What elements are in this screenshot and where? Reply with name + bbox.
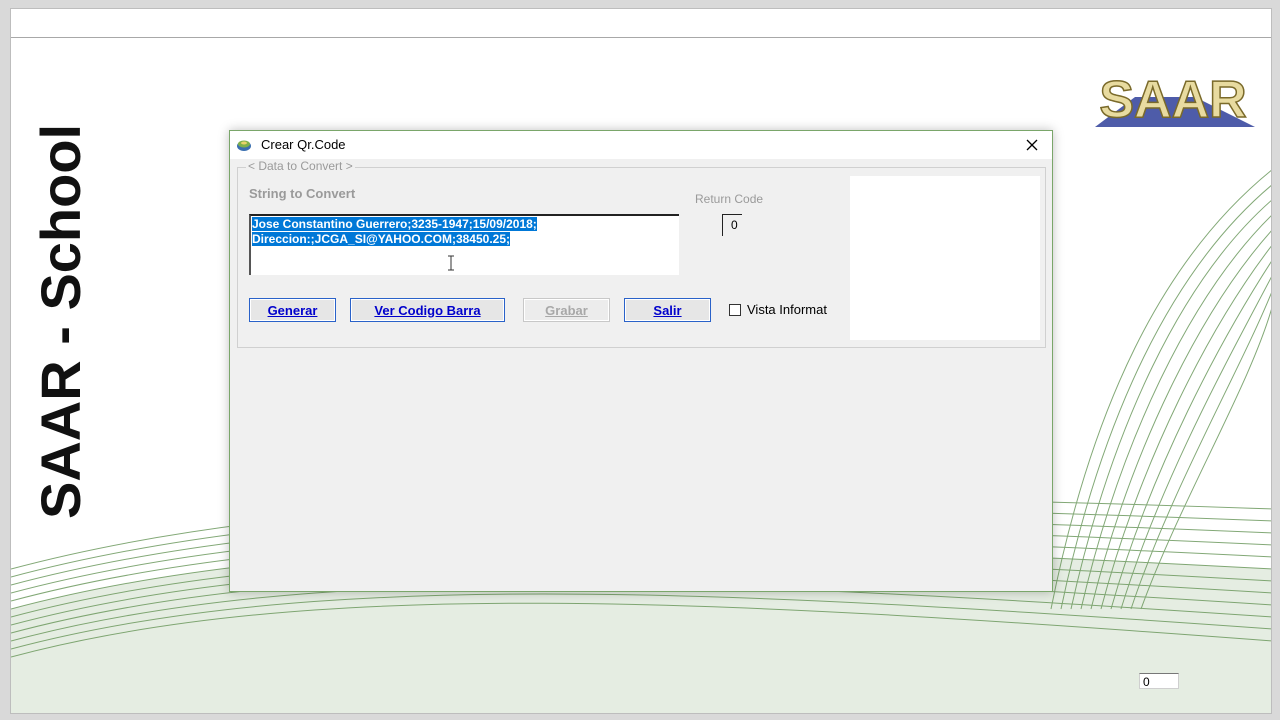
close-button[interactable] (1012, 131, 1052, 159)
group-label: < Data to Convert > (246, 159, 355, 173)
dialog-titlebar[interactable]: Crear Qr.Code (230, 131, 1052, 159)
grabar-button[interactable]: Grabar (523, 298, 610, 322)
svg-text:SAAR: SAAR (1099, 71, 1246, 129)
qr-code-preview (850, 176, 1040, 340)
ver-codigo-barra-button[interactable]: Ver Codigo Barra (350, 298, 505, 322)
return-code-field: 0 (722, 214, 742, 236)
crear-qr-dialog: Crear Qr.Code < Data to Convert > String… (229, 130, 1053, 592)
text-cursor-icon (448, 255, 454, 271)
data-to-convert-group: < Data to Convert > String to Convert Jo… (237, 159, 1046, 348)
generar-button[interactable]: Generar (249, 298, 336, 322)
corner-value-field[interactable]: 0 (1139, 673, 1179, 689)
dialog-title: Crear Qr.Code (261, 137, 346, 152)
string-line-2: Direccion:;JCGA_SI@YAHOO.COM;38450.25; (252, 232, 511, 246)
string-line-1: Jose Constantino Guerrero;3235-1947;15/0… (252, 217, 537, 231)
side-title: SAAR - School (29, 123, 92, 519)
string-to-convert-label: String to Convert (249, 186, 356, 201)
checkbox-label: Vista Informat (747, 302, 827, 317)
return-code-label: Return Code (695, 192, 764, 206)
app-icon (237, 140, 251, 151)
string-input[interactable]: Jose Constantino Guerrero;3235-1947;15/0… (249, 214, 679, 275)
salir-button[interactable]: Salir (624, 298, 711, 322)
saar-logo: SAAR (1095, 70, 1255, 130)
vista-informat-checkbox[interactable]: Vista Informat (729, 302, 827, 317)
close-icon (1026, 139, 1038, 151)
checkbox-box[interactable] (729, 303, 741, 316)
